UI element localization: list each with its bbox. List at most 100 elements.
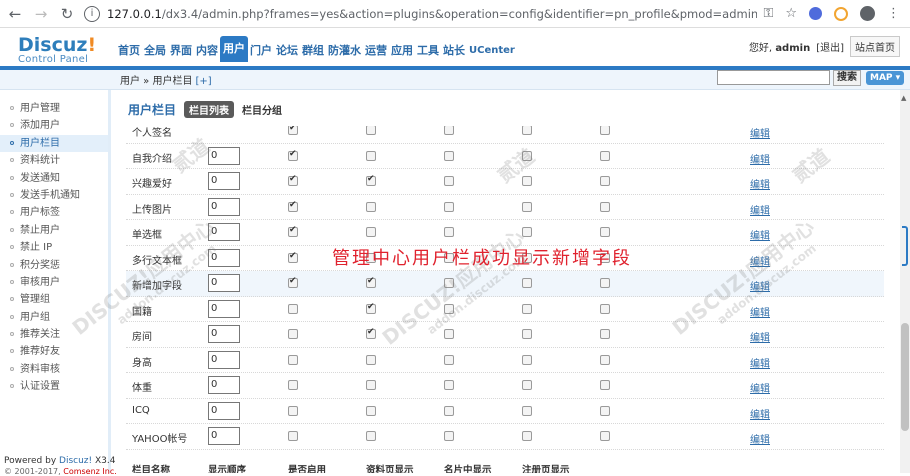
field-checkbox[interactable]: [600, 405, 610, 416]
edit-link[interactable]: 编辑: [750, 431, 770, 446]
field-checkbox[interactable]: [288, 251, 298, 263]
field-checkbox[interactable]: [444, 278, 454, 288]
display-order-input[interactable]: 0: [208, 325, 240, 343]
field-checkbox[interactable]: [288, 174, 298, 186]
field-checkbox[interactable]: [366, 327, 376, 339]
edit-link[interactable]: 编辑: [750, 151, 770, 166]
discuz-link[interactable]: Discuz!: [59, 456, 92, 466]
nav-item-3[interactable]: 内容: [194, 40, 220, 62]
extension-icon[interactable]: [809, 7, 822, 20]
nav-item-13[interactable]: UCenter: [467, 40, 517, 62]
address-bar[interactable]: i 127.0.0.1/dx3.4/admin.php?frames=yes&a…: [84, 3, 757, 25]
display-order-input[interactable]: 0: [208, 376, 240, 394]
field-checkbox[interactable]: [600, 303, 610, 314]
field-checkbox[interactable]: [600, 278, 610, 288]
display-order-input[interactable]: 0: [208, 248, 240, 267]
sidebar-item-9[interactable]: 积分奖惩: [0, 257, 108, 274]
nav-item-7[interactable]: 群组: [300, 40, 326, 62]
logout-link[interactable]: [退出]: [816, 39, 844, 54]
field-checkbox[interactable]: [444, 150, 454, 161]
field-checkbox[interactable]: [288, 431, 298, 441]
key-icon[interactable]: ⚿: [763, 6, 773, 21]
nav-item-4[interactable]: 用户: [220, 36, 248, 62]
field-checkbox[interactable]: [366, 174, 376, 186]
field-checkbox[interactable]: [600, 380, 610, 390]
map-button[interactable]: MAP ▾: [866, 71, 905, 85]
field-checkbox[interactable]: [522, 431, 532, 441]
sidebar-item-3[interactable]: 资料统计: [0, 152, 108, 169]
edit-link[interactable]: 编辑: [750, 329, 770, 344]
display-order-input[interactable]: 0: [208, 274, 240, 292]
nav-item-2[interactable]: 界面: [168, 40, 194, 62]
edit-link[interactable]: 编辑: [750, 227, 770, 242]
field-checkbox[interactable]: [522, 329, 532, 339]
field-checkbox[interactable]: [366, 227, 376, 237]
nav-item-8[interactable]: 防灌水: [326, 40, 363, 62]
display-order-input[interactable]: 0: [208, 223, 240, 241]
info-icon[interactable]: i: [84, 5, 100, 22]
field-checkbox[interactable]: [522, 201, 532, 212]
field-checkbox[interactable]: [444, 176, 454, 186]
field-checkbox[interactable]: [522, 227, 532, 237]
field-checkbox[interactable]: [288, 303, 298, 314]
forward-arrow-icon[interactable]: →: [30, 3, 52, 25]
tab-field-groups[interactable]: 栏目分组: [242, 102, 282, 117]
field-checkbox[interactable]: [444, 380, 454, 390]
add-shortcut-link[interactable]: [+]: [195, 76, 211, 87]
nav-item-5[interactable]: 门户: [248, 40, 274, 62]
field-checkbox[interactable]: [444, 227, 454, 237]
sidebar-item-0[interactable]: 用户管理: [0, 100, 108, 117]
field-checkbox[interactable]: [288, 225, 298, 237]
search-input[interactable]: [717, 70, 830, 85]
search-button[interactable]: 搜索: [833, 70, 861, 86]
sidebar-item-11[interactable]: 管理组: [0, 291, 108, 308]
field-checkbox[interactable]: [366, 354, 376, 365]
scroll-thumb[interactable]: [901, 323, 909, 431]
edit-link[interactable]: 编辑: [750, 406, 770, 421]
field-checkbox[interactable]: [522, 126, 532, 135]
display-order-input[interactable]: 0: [208, 299, 240, 318]
field-checkbox[interactable]: [600, 150, 610, 161]
field-checkbox[interactable]: [288, 354, 298, 365]
field-checkbox[interactable]: [366, 431, 376, 441]
field-checkbox[interactable]: [288, 276, 298, 288]
back-arrow-icon[interactable]: ←: [4, 3, 26, 25]
display-order-input[interactable]: 0: [208, 146, 240, 165]
field-checkbox[interactable]: [522, 380, 532, 390]
field-checkbox[interactable]: [444, 405, 454, 416]
nav-item-6[interactable]: 论坛: [274, 40, 300, 62]
sidebar-item-14[interactable]: 推荐好友: [0, 343, 108, 360]
field-checkbox[interactable]: [444, 303, 454, 314]
star-icon[interactable]: ☆: [785, 6, 797, 21]
comsenz-link[interactable]: Comsenz Inc.: [63, 467, 117, 476]
discuz-logo[interactable]: Discuz! Control Panel: [18, 34, 96, 65]
field-checkbox[interactable]: [288, 329, 298, 339]
field-checkbox[interactable]: [288, 149, 298, 161]
search-extension-icon[interactable]: [834, 6, 848, 21]
reload-icon[interactable]: ↻: [56, 3, 78, 25]
field-checkbox[interactable]: [366, 405, 376, 416]
sidebar-item-2[interactable]: 用户栏目: [0, 134, 108, 153]
field-checkbox[interactable]: [522, 176, 532, 186]
sidebar-item-15[interactable]: 资料审核: [0, 361, 108, 378]
field-checkbox[interactable]: [522, 150, 532, 161]
display-order-input[interactable]: 0: [208, 197, 240, 216]
edit-link[interactable]: 编辑: [750, 126, 770, 140]
nav-item-10[interactable]: 应用: [389, 40, 415, 62]
field-checkbox[interactable]: [444, 329, 454, 339]
edit-link[interactable]: 编辑: [750, 380, 770, 395]
sidebar-item-12[interactable]: 用户组: [0, 309, 108, 326]
field-checkbox[interactable]: [600, 126, 610, 135]
edit-link[interactable]: 编辑: [750, 355, 770, 370]
field-checkbox[interactable]: [522, 405, 532, 416]
field-checkbox[interactable]: [366, 302, 376, 314]
edit-link[interactable]: 编辑: [750, 176, 770, 191]
field-checkbox[interactable]: [600, 354, 610, 365]
field-checkbox[interactable]: [522, 278, 532, 288]
sidebar-item-16[interactable]: 认证设置: [0, 378, 108, 395]
field-checkbox[interactable]: [288, 380, 298, 390]
display-order-input[interactable]: 0: [208, 427, 240, 445]
field-checkbox[interactable]: [600, 201, 610, 212]
nav-item-11[interactable]: 工具: [415, 40, 441, 62]
sidebar-item-6[interactable]: 用户标签: [0, 204, 108, 221]
